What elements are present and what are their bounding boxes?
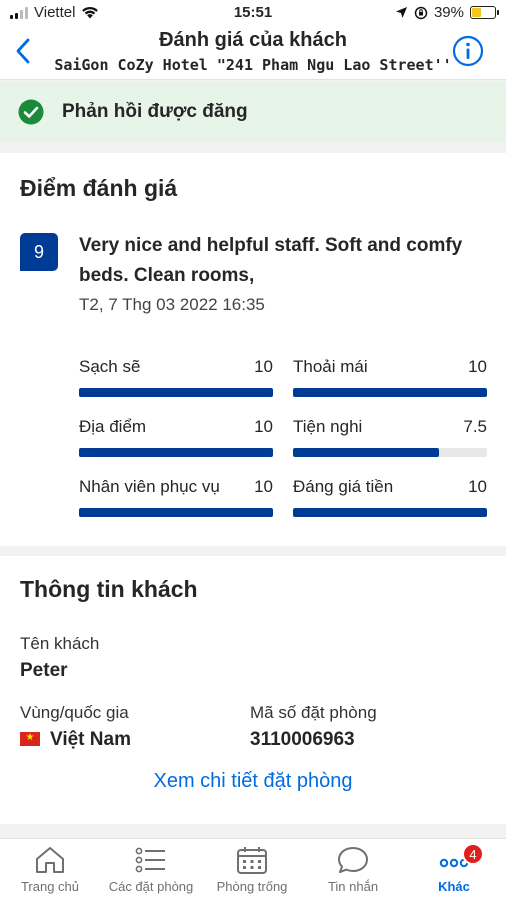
booking-number-label: Mã số đặt phòng [250, 703, 377, 722]
tab-messages[interactable]: Tin nhắn [303, 845, 403, 894]
country-name: Việt Nam [50, 729, 131, 750]
category-value: 10 [254, 417, 273, 436]
category-label: Thoải mái [293, 357, 368, 376]
info-button[interactable] [452, 35, 484, 67]
category-comfort: Thoải mái 10 [293, 357, 487, 397]
vietnam-flag-icon [20, 730, 40, 746]
category-bar [79, 508, 273, 517]
status-right: 39% [395, 4, 499, 21]
category-label: Sạch sẽ [79, 357, 141, 376]
tab-label: Trang chủ [20, 879, 80, 894]
category-label: Địa điểm [79, 417, 147, 436]
category-value: 10 [254, 357, 273, 376]
battery-icon [470, 6, 499, 19]
category-bar [293, 388, 487, 397]
category-value: 10 [254, 477, 273, 496]
category-label: Tiện nghi [293, 417, 363, 436]
category-staff: Nhân viên phục vụ 10 [79, 477, 273, 517]
tab-bookings[interactable]: Các đặt phòng [101, 845, 201, 894]
list-icon [135, 847, 165, 873]
battery-percent: 39% [433, 4, 464, 21]
check-circle-icon [18, 99, 44, 125]
review-score-card: Điểm đánh giá 9 Very nice and helpful st… [0, 153, 506, 546]
guest-name: Peter [20, 660, 68, 681]
category-label: Nhân viên phục vụ [79, 477, 220, 496]
tab-home[interactable]: Trang chủ [0, 845, 100, 894]
review-date: T2, 7 Thg 03 2022 16:35 [79, 295, 265, 314]
orientation-lock-icon [414, 6, 428, 19]
calendar-icon [237, 847, 267, 874]
tab-availability[interactable]: Phòng trống [202, 845, 302, 894]
category-value-for-money: Đáng giá tiền 10 [293, 477, 487, 517]
back-button[interactable] [12, 36, 36, 66]
review-text: Very nice and helpful staff. Soft and co… [79, 235, 463, 286]
page-title: Đánh giá của khách [159, 29, 347, 51]
status-bar: Viettel 15:51 39% [0, 0, 506, 26]
chat-bubble-icon [338, 847, 368, 873]
tab-label: Tin nhắn [327, 879, 379, 894]
tab-label: Khác [438, 879, 470, 894]
guest-section-title: Thông tin khách [20, 576, 198, 602]
booking-number: 3110006963 [250, 729, 355, 750]
country-label: Vùng/quốc gia [20, 703, 129, 722]
tab-label: Các đặt phòng [108, 879, 194, 894]
location-arrow-icon [395, 7, 407, 18]
category-bar [293, 448, 439, 457]
category-value: 7.5 [463, 417, 487, 436]
banner-text: Phản hồi được đăng [62, 101, 248, 122]
guest-name-label: Tên khách [20, 634, 100, 653]
notification-badge: 4 [462, 843, 484, 865]
score-badge: 9 [20, 233, 58, 271]
tab-label: Phòng trống [216, 879, 288, 894]
category-facilities: Tiện nghi 7.5 [293, 417, 487, 457]
category-value: 10 [468, 477, 487, 496]
score-section-title: Điểm đánh giá [20, 175, 178, 201]
home-icon [36, 847, 64, 873]
tab-more[interactable]: 4 Khác [404, 843, 504, 894]
category-bar [79, 388, 273, 397]
category-bar [293, 508, 487, 517]
category-track [293, 448, 487, 457]
category-bar [79, 448, 273, 457]
bottom-tab-bar: Trang chủ Các đặt phòng Phòng trống Tin … [0, 838, 506, 900]
category-track [293, 508, 487, 517]
category-value: 10 [468, 357, 487, 376]
category-track [79, 508, 273, 517]
view-booking-details-link[interactable]: Xem chi tiết đặt phòng [0, 770, 506, 793]
category-label: Đáng giá tiền [293, 477, 394, 496]
guest-info-card: Thông tin khách Tên khách Peter Vùng/quố… [0, 556, 506, 824]
hotel-name: SaiGon CoZy Hotel "241 Pham Ngu Lao Stre… [54, 56, 452, 74]
category-track [293, 388, 487, 397]
success-banner: Phản hồi được đăng [0, 82, 506, 142]
nav-header: Đánh giá của khách SaiGon CoZy Hotel "24… [0, 26, 506, 80]
category-track [79, 448, 273, 457]
country-value: Việt Nam [20, 729, 131, 751]
category-location: Địa điểm 10 [79, 417, 273, 457]
category-track [79, 388, 273, 397]
category-cleanliness: Sạch sẽ 10 [79, 357, 273, 397]
